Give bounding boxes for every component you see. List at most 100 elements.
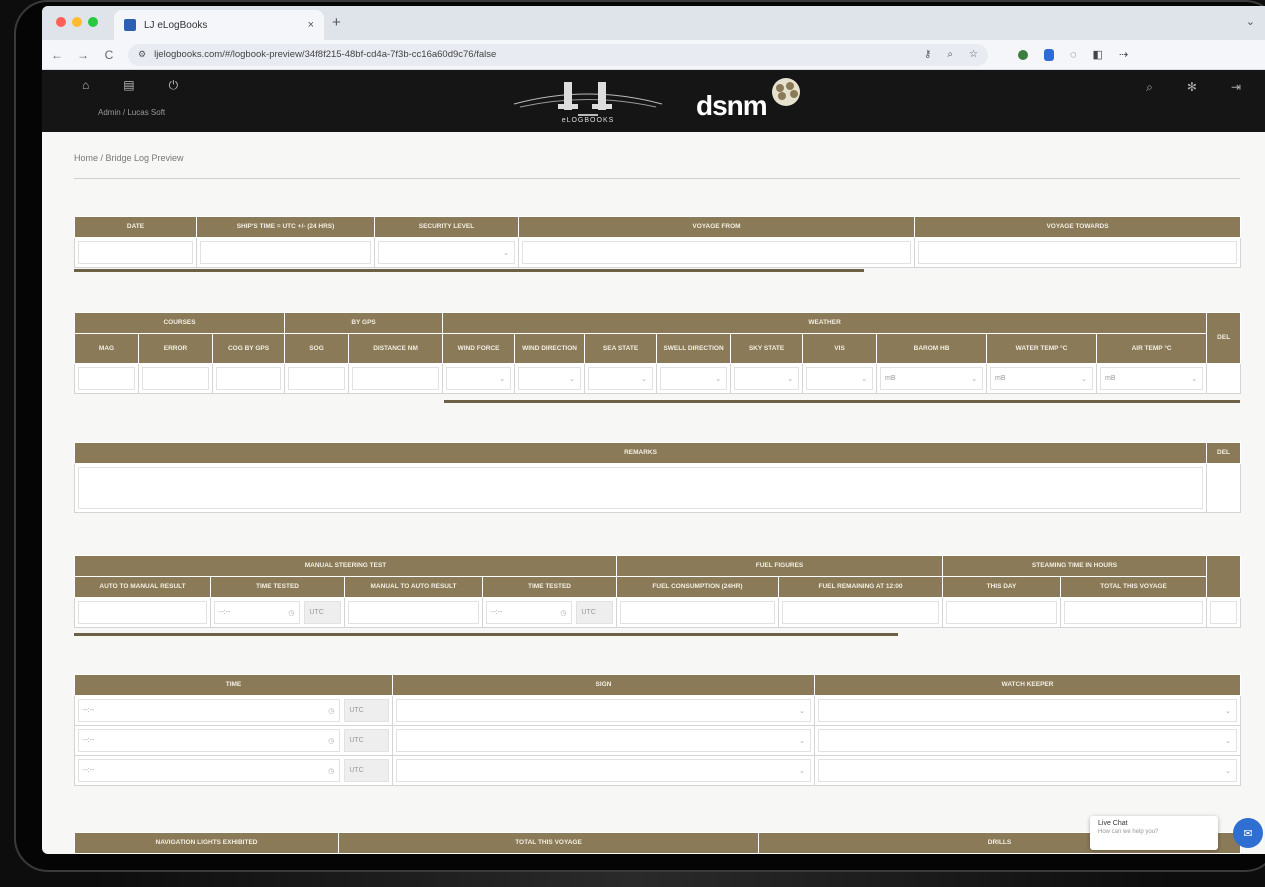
time-cell: --:-- ◷ UTC xyxy=(74,695,393,726)
clock-icon: ◷ xyxy=(328,737,335,745)
utc-select[interactable]: UTC xyxy=(344,699,389,722)
water-temp-input[interactable]: mB ⌄ xyxy=(990,367,1094,390)
error-input[interactable] xyxy=(142,367,209,390)
time-input[interactable]: --:-- ◷ xyxy=(78,699,341,722)
utc-placeholder: UTC xyxy=(349,707,364,714)
header-air-temp: AIR TEMP °C xyxy=(1096,333,1208,364)
fuel-consumption-cell xyxy=(616,597,779,628)
fuel-remaining-cell xyxy=(778,597,943,628)
ship-time-input[interactable] xyxy=(200,241,371,264)
time-tested-1-picker[interactable]: --:-- ◷ UTC xyxy=(214,601,341,624)
header-time: TIME xyxy=(74,674,393,696)
utc-placeholder: UTC xyxy=(581,609,596,616)
group-steaming-time: STEAMING TIME IN HOURS xyxy=(941,555,1208,577)
air-temp-unit: mB xyxy=(1105,375,1116,382)
utc-select[interactable]: UTC xyxy=(304,601,341,624)
header-steering-extra xyxy=(1206,555,1242,598)
utc-placeholder: UTC xyxy=(349,767,364,774)
watch-keeper-select[interactable]: ⌄ xyxy=(818,699,1237,722)
mag-input[interactable] xyxy=(78,367,135,390)
sign-select[interactable]: ⌄ xyxy=(396,759,811,782)
air-temp-input[interactable]: mB ⌄ xyxy=(1100,367,1204,390)
time-placeholder: --:-- xyxy=(83,707,95,714)
barom-cell: mB ⌄ xyxy=(876,363,988,394)
horizontal-scrollbar[interactable] xyxy=(74,633,898,636)
sign-select[interactable]: ⌄ xyxy=(396,729,811,752)
watch-keeper-select[interactable]: ⌄ xyxy=(818,759,1237,782)
header-time-tested-2: TIME TESTED xyxy=(482,576,617,598)
watch-keeper-cell: ⌄ xyxy=(814,695,1241,726)
time-input[interactable]: --:-- ◷ xyxy=(78,759,341,782)
manual-to-auto-cell xyxy=(344,597,483,628)
remarks-del-cell[interactable] xyxy=(1206,463,1241,513)
auto-to-manual-input[interactable] xyxy=(78,601,207,624)
voyage-from-input[interactable] xyxy=(522,241,911,264)
time-tested-2-input[interactable]: --:-- ◷ xyxy=(486,601,573,624)
watch-keeper-select[interactable]: ⌄ xyxy=(818,729,1237,752)
navigation-lights-table: NAVIGATION LIGHTS EXHIBITED TOTAL THIS V… xyxy=(74,832,1241,854)
header-vis: VIS xyxy=(802,333,878,364)
total-this-voyage-input[interactable] xyxy=(1064,601,1204,624)
fuel-consumption-input[interactable] xyxy=(620,601,775,624)
horizontal-scrollbar[interactable] xyxy=(74,269,864,272)
live-chat-popup[interactable]: Live Chat How can we help you? xyxy=(1090,816,1218,850)
chevron-down-icon: ⌄ xyxy=(715,375,722,383)
swell-direction-select[interactable]: ⌄ xyxy=(660,367,728,390)
header-barom: BAROM HB xyxy=(876,333,988,364)
sog-input[interactable] xyxy=(288,367,346,390)
header-swell-direction: SWELL DIRECTION xyxy=(656,333,732,364)
distance-input[interactable] xyxy=(352,367,440,390)
horizontal-scrollbar[interactable] xyxy=(444,400,1240,403)
chevron-down-icon: ⌄ xyxy=(641,375,648,383)
watch-keeper-cell: ⌄ xyxy=(814,755,1241,786)
time-picker[interactable]: --:-- ◷ UTC xyxy=(78,729,389,752)
wind-force-select[interactable]: ⌄ xyxy=(446,367,512,390)
auto-to-manual-cell xyxy=(74,597,211,628)
watch-table: TIME SIGN WATCH KEEPER --:-- ◷ UTC ⌄ ⌄ --:… xyxy=(74,674,1241,786)
sea-state-select[interactable]: ⌄ xyxy=(588,367,654,390)
utc-placeholder: UTC xyxy=(309,609,324,616)
remarks-table: REMARKS DEL xyxy=(74,442,1241,513)
chevron-down-icon: ⌄ xyxy=(503,249,509,257)
header-cog: COG BY GPS xyxy=(211,333,286,364)
chat-bubble-icon[interactable]: ✉ xyxy=(1233,818,1263,848)
time-tested-2-picker[interactable]: --:-- ◷ UTC xyxy=(486,601,613,624)
remarks-cell xyxy=(74,463,1207,513)
del-cell[interactable] xyxy=(1206,363,1242,394)
remarks-textarea[interactable] xyxy=(78,467,1203,509)
watch-keeper-cell: ⌄ xyxy=(814,725,1241,756)
header-water-temp: WATER TEMP °C xyxy=(986,333,1098,364)
header-sky-state: SKY STATE xyxy=(730,333,804,364)
time-picker[interactable]: --:-- ◷ UTC xyxy=(78,699,389,722)
chevron-down-icon: ⌄ xyxy=(1225,767,1231,775)
wind-force-cell: ⌄ xyxy=(442,363,516,394)
time-placeholder: --:-- xyxy=(83,767,95,774)
this-day-input[interactable] xyxy=(946,601,1057,624)
utc-select[interactable]: UTC xyxy=(576,601,613,624)
fuel-remaining-input[interactable] xyxy=(782,601,939,624)
security-level-select[interactable]: ⌄ xyxy=(378,241,515,264)
sky-state-select[interactable]: ⌄ xyxy=(734,367,800,390)
wind-direction-select[interactable]: ⌄ xyxy=(518,367,582,390)
voyage-towards-input[interactable] xyxy=(918,241,1237,264)
chevron-down-icon: ⌄ xyxy=(499,375,506,383)
sog-cell xyxy=(284,363,350,394)
utc-select[interactable]: UTC xyxy=(344,759,389,782)
sign-select[interactable]: ⌄ xyxy=(396,699,811,722)
header-sog: SOG xyxy=(284,333,350,364)
clock-icon: ◷ xyxy=(560,609,567,617)
vis-select[interactable]: ⌄ xyxy=(806,367,874,390)
time-tested-1-input[interactable]: --:-- ◷ xyxy=(214,601,301,624)
mag-cell xyxy=(74,363,139,394)
manual-to-auto-input[interactable] xyxy=(348,601,479,624)
cog-input[interactable] xyxy=(216,367,282,390)
barom-unit: mB xyxy=(885,375,896,382)
barom-input[interactable]: mB ⌄ xyxy=(880,367,984,390)
time-placeholder: --:-- xyxy=(219,609,231,616)
utc-select[interactable]: UTC xyxy=(344,729,389,752)
date-input[interactable] xyxy=(78,241,193,264)
time-input[interactable]: --:-- ◷ xyxy=(78,729,341,752)
steering-extra-input[interactable] xyxy=(1210,601,1238,624)
chevron-down-icon: ⌄ xyxy=(799,737,805,745)
time-picker[interactable]: --:-- ◷ UTC xyxy=(78,759,389,782)
